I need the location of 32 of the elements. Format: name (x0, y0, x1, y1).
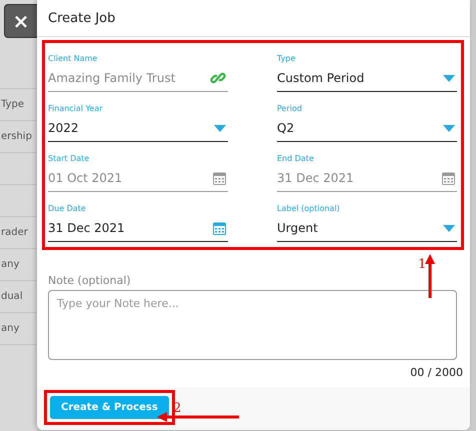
field-label: Client Name (48, 53, 98, 65)
caret-icon[interactable] (214, 124, 226, 132)
field-label: End Date (277, 153, 315, 165)
calendar-icon[interactable] (213, 222, 226, 234)
field-label: Due Date (48, 203, 87, 215)
annotation-number: 1 (418, 257, 426, 272)
dropdown-field[interactable]: 2022 (48, 115, 228, 142)
dropdown-field[interactable]: Urgent (277, 215, 457, 242)
caret-icon[interactable] (443, 74, 455, 82)
table-cell: Type (0, 99, 24, 110)
field-label: Start Date (48, 153, 90, 165)
note-field[interactable]: Type your Note here... (48, 290, 457, 360)
caret-icon[interactable] (443, 224, 455, 232)
dropdown-field[interactable]: Custom Period (277, 65, 457, 92)
table-cell: ership (0, 131, 32, 142)
close-button[interactable]: × (4, 4, 38, 38)
field-label: Period (277, 103, 303, 115)
annotation-arrow (425, 254, 435, 298)
table-cell: dual (0, 291, 23, 302)
table-cell: any (0, 323, 20, 334)
dialog-title: Create Job (48, 10, 116, 26)
caret-icon[interactable] (443, 124, 455, 132)
link-icon (210, 70, 226, 86)
field-label: Label (optional) (277, 203, 341, 215)
table-cell: rader (0, 227, 28, 238)
field-label: Type (277, 53, 296, 65)
table-cell: any (0, 259, 20, 270)
date-field[interactable]: 31 Dec 2021 (48, 215, 228, 242)
note-label: Note (optional) (48, 274, 132, 287)
character-counter: 00 / 2000 (410, 366, 463, 379)
field-label: Financial Year (48, 103, 104, 115)
dropdown-field[interactable]: Q2 (277, 115, 457, 142)
